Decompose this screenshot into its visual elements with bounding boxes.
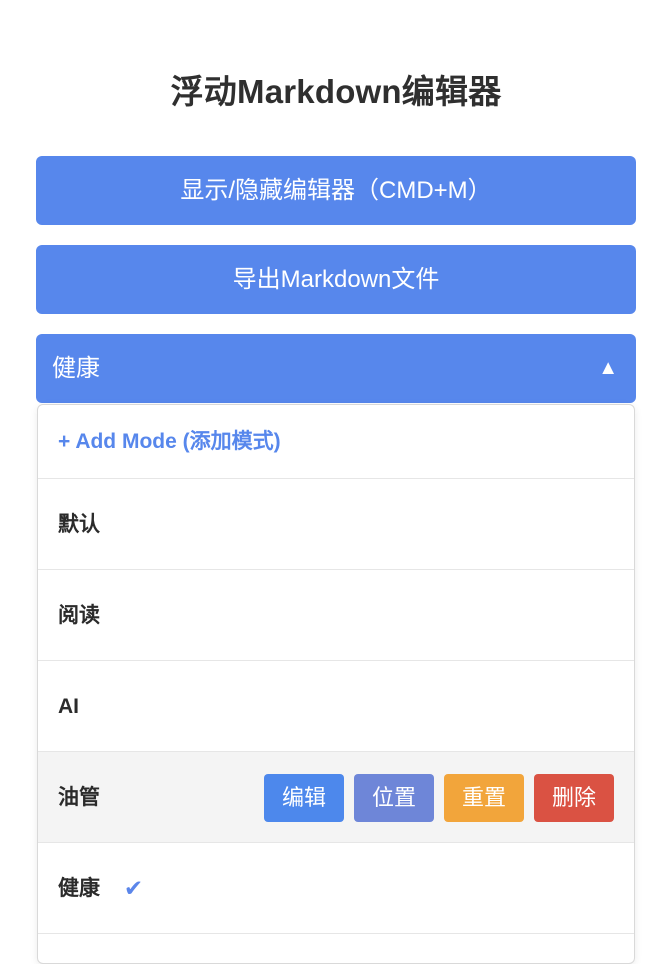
- chevron-up-icon: ▲: [598, 357, 618, 379]
- position-mode-button[interactable]: 位置: [354, 774, 434, 822]
- mode-item-actions: 编辑 位置 重置 删除: [264, 774, 614, 822]
- reset-mode-button[interactable]: 重置: [444, 774, 524, 822]
- export-markdown-button[interactable]: 导出Markdown文件: [36, 245, 636, 314]
- mode-item-label: AI: [58, 695, 79, 718]
- mode-item-label: 健康: [58, 877, 100, 900]
- mode-item-health[interactable]: 健康 ✔: [38, 843, 634, 934]
- mode-dropdown: + Add Mode (添加模式) 默认 阅读 AI 油管 编辑 位置 重置 删…: [37, 404, 635, 964]
- mode-item-default[interactable]: 默认: [38, 479, 634, 570]
- delete-mode-button[interactable]: 删除: [534, 774, 614, 822]
- mode-item-youtube[interactable]: 油管 编辑 位置 重置 删除: [38, 752, 634, 843]
- mode-item-ai[interactable]: AI: [38, 661, 634, 752]
- mode-item-label: 油管: [58, 786, 100, 809]
- selected-mode-label: 健康: [52, 355, 100, 382]
- mode-select[interactable]: 健康 ▲: [36, 334, 636, 403]
- add-mode-option[interactable]: + Add Mode (添加模式): [38, 405, 634, 479]
- mode-item-label: 默认: [58, 513, 100, 536]
- edit-mode-button[interactable]: 编辑: [264, 774, 344, 822]
- page-title: 浮动Markdown编辑器: [170, 73, 502, 110]
- mode-item-reading[interactable]: 阅读: [38, 570, 634, 661]
- toggle-editor-button[interactable]: 显示/隐藏编辑器（CMD+M）: [36, 156, 636, 225]
- mode-item-label: 阅读: [58, 604, 100, 627]
- check-icon: ✔: [123, 875, 144, 901]
